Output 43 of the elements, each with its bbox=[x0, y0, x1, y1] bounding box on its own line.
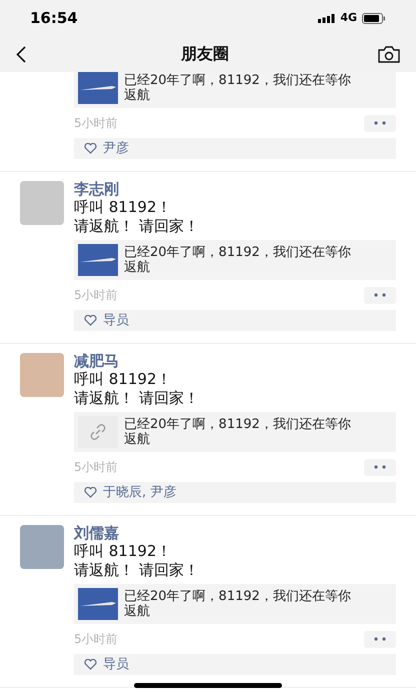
liker-names[interactable]: 导员 bbox=[103, 310, 129, 330]
user-name[interactable]: 刘儒嘉 bbox=[74, 524, 396, 542]
network-label: 4G bbox=[340, 10, 357, 26]
nav-title: 朋友圈 bbox=[181, 43, 229, 65]
battery-icon bbox=[362, 12, 386, 24]
more-button[interactable] bbox=[364, 114, 396, 132]
post-text: 呼叫 81192！ 请返航！ 请回家！ bbox=[74, 542, 200, 580]
link-card[interactable]: 已经20年了啊，81192，我们还在等你返航 bbox=[74, 240, 396, 280]
signal-icon bbox=[318, 14, 336, 22]
user-name[interactable]: 减肥马 bbox=[74, 352, 396, 370]
post-time: 5小时前 bbox=[74, 459, 118, 476]
heart-icon bbox=[84, 315, 97, 326]
user-name[interactable]: 李志刚 bbox=[74, 180, 396, 198]
dots-icon bbox=[374, 465, 386, 469]
link-title: 已经20年了啊，81192，我们还在等你返航 bbox=[124, 589, 352, 619]
liker-names[interactable]: 导员 bbox=[103, 654, 129, 674]
photo-placeholder bbox=[78, 244, 118, 276]
heart-icon bbox=[84, 143, 97, 154]
post-time: 5小时前 bbox=[74, 115, 118, 132]
link-title: 已经20年了啊，81192，我们还在等你返航 bbox=[124, 245, 352, 275]
liker-names[interactable]: 尹彦 bbox=[103, 138, 129, 158]
more-button[interactable] bbox=[364, 458, 396, 476]
link-card[interactable]: 已经20年了啊，81192，我们还在等你返航 bbox=[74, 584, 396, 624]
status-time: 16:54 bbox=[30, 8, 78, 29]
heart-icon bbox=[84, 487, 97, 498]
dots-icon bbox=[374, 637, 386, 641]
post-text: 呼叫 81192！ 请返航！ 请回家！ bbox=[74, 198, 200, 236]
post-time: 5小时前 bbox=[74, 631, 118, 648]
link-title: 已经20年了啊，81192，我们还在等你返航 bbox=[124, 73, 352, 103]
dots-icon bbox=[374, 293, 386, 297]
link-card[interactable]: 已经20年了啊，81192，我们还在等你返航 bbox=[74, 412, 396, 452]
photo-placeholder bbox=[78, 588, 118, 620]
camera-button[interactable] bbox=[378, 45, 400, 63]
link-title: 已经20年了啊，81192，我们还在等你返航 bbox=[124, 417, 352, 447]
more-button[interactable] bbox=[364, 286, 396, 304]
more-button[interactable] bbox=[364, 630, 396, 648]
post-text: 呼叫 81192！ 请返航！ 请回家！ bbox=[74, 370, 200, 408]
liker-names[interactable]: 于晓辰, 尹彦 bbox=[103, 482, 176, 502]
dots-icon bbox=[374, 121, 386, 125]
post-time: 5小时前 bbox=[74, 287, 118, 304]
heart-icon bbox=[84, 659, 97, 670]
link-icon bbox=[89, 423, 107, 441]
link-card[interactable]: 已经20年了啊，81192，我们还在等你返航 bbox=[74, 72, 396, 108]
